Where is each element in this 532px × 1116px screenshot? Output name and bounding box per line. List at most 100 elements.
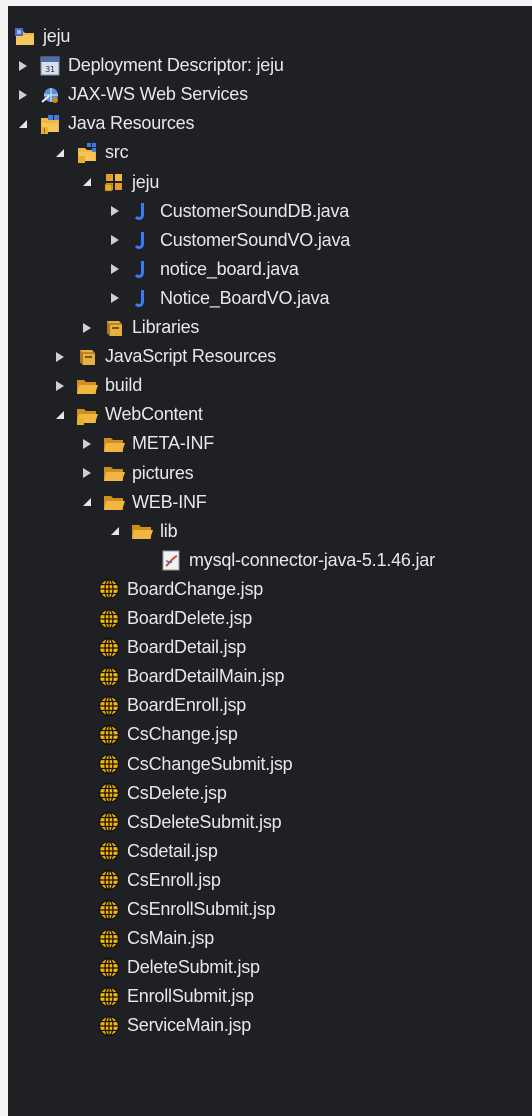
jsp-file-icon [98, 928, 120, 950]
package-icon [103, 171, 125, 193]
tree-item-servicemain-jsp[interactable]: ServiceMain.jsp [98, 1011, 251, 1040]
tree-item-boarddetail-jsp[interactable]: BoardDetail.jsp [98, 633, 246, 662]
tree-item-label: ServiceMain.jsp [127, 1015, 252, 1036]
tree-item-csmain-jsp[interactable]: CsMain.jsp [98, 924, 214, 953]
collapsed-arrow-icon[interactable] [53, 350, 67, 364]
jar-icon [160, 549, 182, 571]
collapsed-arrow-icon[interactable] [80, 437, 94, 451]
jsp-file-icon [98, 637, 120, 659]
jsp-file-icon [98, 986, 120, 1008]
tree-item-label: CsChange.jsp [127, 724, 238, 745]
tree-item-label: BoardChange.jsp [127, 578, 264, 599]
web-folder-icon [76, 404, 98, 426]
tree-item-label: BoardDelete.jsp [127, 608, 253, 628]
svg-text:31: 31 [45, 65, 55, 74]
tree-item-java-resources[interactable]: ! Java Resources [16, 109, 194, 138]
jsp-file-icon [98, 666, 120, 688]
tree-item-csenrollsubmit-jsp[interactable]: CsEnrollSubmit.jsp [98, 895, 276, 924]
jsp-file-icon [98, 724, 120, 746]
jsp-file-icon [98, 957, 120, 979]
tree-item-label: WEB-INF [132, 491, 207, 512]
svg-text:!: ! [44, 128, 46, 135]
tree-item-label: lib [160, 520, 178, 541]
tree-item-build[interactable]: build [53, 371, 142, 400]
jsp-file-icon [98, 578, 120, 600]
expanded-arrow-icon[interactable] [53, 146, 67, 160]
expanded-arrow-icon[interactable] [80, 495, 94, 509]
tree-item-label: Deployment Descriptor: jeju [68, 55, 284, 76]
jsp-file-icon [98, 782, 120, 804]
expanded-arrow-icon[interactable] [53, 408, 67, 422]
tree-item-webcontent[interactable]: WebContent [53, 400, 203, 429]
expanded-arrow-icon[interactable] [80, 175, 94, 189]
tree-item-label: jeju [132, 171, 160, 192]
collapsed-arrow-icon[interactable] [80, 466, 94, 480]
collapsed-arrow-icon[interactable] [108, 233, 122, 247]
tree-item-csdeletesubmit-jsp[interactable]: CsDeleteSubmit.jsp [98, 808, 282, 837]
tree-item-boardenroll-jsp[interactable]: BoardEnroll.jsp [98, 691, 246, 720]
tree-item-libraries[interactable]: Libraries [80, 313, 199, 342]
tree-item-boarddetailmain-jsp[interactable]: BoardDetailMain.jsp [98, 662, 284, 691]
tree-item-deletesubmit-jsp[interactable]: DeleteSubmit.jsp [98, 953, 260, 982]
tree-item-label: Notice_BoardVO.java [160, 287, 330, 308]
tree-item-csdetail-jsp[interactable]: Csdetail.jsp [98, 837, 218, 866]
tree-item-notice-board-java[interactable]: notice_board.java [108, 255, 299, 284]
tree-item-javascript-resources[interactable]: JavaScript Resources [53, 342, 276, 371]
collapsed-arrow-icon[interactable] [108, 291, 122, 305]
tree-item-label: JavaScript Resources [105, 346, 277, 367]
library-icon [76, 346, 98, 368]
tree-item-cschange-jsp[interactable]: CsChange.jsp [98, 720, 238, 749]
java-file-icon [131, 258, 153, 280]
jsp-file-icon [98, 899, 120, 921]
tree-item-pictures[interactable]: pictures [80, 459, 194, 488]
collapsed-arrow-icon[interactable] [53, 379, 67, 393]
tree-item-boardchange-jsp[interactable]: BoardChange.jsp [98, 575, 263, 604]
tree-item-csdelete-jsp[interactable]: CsDelete.jsp [98, 779, 227, 808]
library-icon [103, 317, 125, 339]
tree-item-jeju[interactable]: jeju [80, 168, 159, 197]
tree-item-mysql-connector-java-5-1-46-jar[interactable]: mysql-connector-java-5.1.46.jar [160, 546, 435, 575]
tree-item-label: CsEnrollSubmit.jsp [127, 899, 276, 919]
tree-item-notice-boardvo-java[interactable]: Notice_BoardVO.java [108, 284, 329, 313]
tree-item-jeju[interactable]: jeju [14, 22, 70, 51]
tree-item-label: jeju [43, 26, 71, 46]
tree-item-jax-ws-web-services[interactable]: JAX-WS Web Services [16, 80, 248, 109]
jsp-file-icon [98, 1015, 120, 1037]
tree-item-label: mysql-connector-java-5.1.46.jar [189, 549, 435, 570]
tree-item-csenroll-jsp[interactable]: CsEnroll.jsp [98, 866, 221, 895]
tree-item-label: EnrollSubmit.jsp [127, 986, 254, 1007]
tree-item-label: Java Resources [68, 113, 195, 134]
tree-item-label: CsChangeSubmit.jsp [127, 753, 293, 774]
expanded-arrow-icon[interactable] [108, 524, 122, 538]
collapsed-arrow-icon[interactable] [16, 88, 30, 102]
tree-item-label: JAX-WS Web Services [68, 84, 248, 105]
collapsed-arrow-icon[interactable] [16, 59, 30, 73]
collapsed-arrow-icon[interactable] [108, 204, 122, 218]
java-resources-icon: ! [39, 113, 61, 135]
tree-item-enrollsubmit-jsp[interactable]: EnrollSubmit.jsp [98, 982, 254, 1011]
java-file-icon [131, 287, 153, 309]
tree-item-meta-inf[interactable]: META-INF [80, 429, 214, 458]
tree-item-label: META-INF [132, 433, 215, 454]
tree-item-src[interactable]: src [53, 138, 129, 167]
collapsed-arrow-icon[interactable] [80, 321, 94, 335]
tree-item-web-inf[interactable]: WEB-INF [80, 488, 207, 517]
folder-icon [131, 520, 153, 542]
tree-item-label: WebContent [105, 404, 203, 425]
expanded-arrow-icon[interactable] [16, 117, 30, 131]
project-icon [14, 26, 36, 48]
folder-icon [103, 433, 125, 455]
project-explorer-tree: jeju 31 Deployment Descriptor: jeju JAX-WS … [8, 6, 532, 1116]
tree-item-label: CustomerSoundVO.java [160, 229, 351, 250]
tree-item-lib[interactable]: lib [108, 517, 178, 546]
collapsed-arrow-icon[interactable] [108, 262, 122, 276]
tree-item-deployment-descriptor-jeju[interactable]: 31 Deployment Descriptor: jeju [16, 51, 284, 80]
tree-item-cschangesubmit-jsp[interactable]: CsChangeSubmit.jsp [98, 750, 293, 779]
folder-icon [103, 462, 125, 484]
tree-item-customersoundvo-java[interactable]: CustomerSoundVO.java [108, 226, 350, 255]
tree-item-boarddelete-jsp[interactable]: BoardDelete.jsp [98, 604, 252, 633]
tree-item-label: CsEnroll.jsp [127, 869, 221, 890]
tree-item-label: src [105, 142, 129, 163]
tree-item-customersounddb-java[interactable]: CustomerSoundDB.java [108, 197, 349, 226]
tree-item-label: BoardEnroll.jsp [127, 695, 247, 716]
